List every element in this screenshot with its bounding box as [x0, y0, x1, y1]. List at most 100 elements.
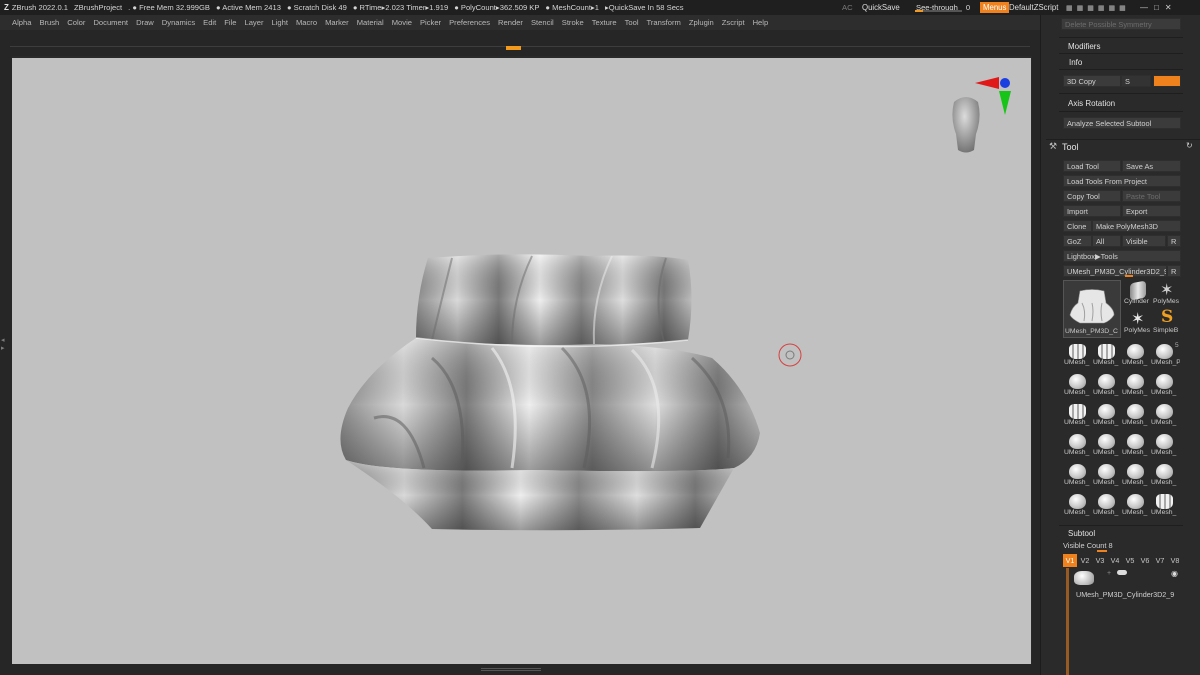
see-through-slider[interactable]: See-through 0 [912, 3, 974, 12]
modifiers-header[interactable]: Modifiers [1068, 42, 1100, 51]
umesh-thumb[interactable]: UMesh_ [1064, 491, 1091, 518]
umesh-thumb[interactable]: UMesh_ [1122, 341, 1149, 368]
menu-picker[interactable]: Picker [420, 18, 441, 27]
axis-z-icon[interactable] [999, 91, 1011, 115]
subtool-item[interactable]: + ◉ UMesh_PM3D_Cylinder3D2_9 [1071, 569, 1183, 603]
menu-light[interactable]: Light [271, 18, 287, 27]
umesh-thumb[interactable]: UMesh_ [1064, 461, 1091, 488]
umesh-thumb[interactable]: UMesh_ [1151, 431, 1178, 458]
subtool-list-scrollbar[interactable] [1066, 568, 1069, 675]
3d-copy-slider[interactable] [1153, 75, 1181, 87]
menu-edit[interactable]: Edit [203, 18, 216, 27]
clone-button[interactable]: Clone [1063, 220, 1092, 232]
polymesh-tool-thumb-1[interactable]: ✶ PolyMes [1153, 280, 1181, 308]
vtab-5[interactable]: V5 [1123, 554, 1137, 567]
vtab-3[interactable]: V3 [1093, 554, 1107, 567]
menu-zscript[interactable]: Zscript [722, 18, 745, 27]
menu-zplugin[interactable]: Zplugin [689, 18, 714, 27]
ac-button[interactable]: AC [842, 3, 853, 12]
umesh-thumb[interactable]: UMesh_ [1064, 341, 1091, 368]
umesh-thumb[interactable]: UMesh_ [1064, 401, 1091, 428]
refresh-icon[interactable]: ↻ [1186, 141, 1193, 150]
axis-x-icon[interactable] [975, 77, 999, 89]
menus-toggle[interactable]: Menus [980, 2, 1010, 13]
quicksave-button[interactable]: QuickSave [862, 3, 900, 12]
umesh-thumb[interactable]: UMesh_ [1064, 371, 1091, 398]
menu-stencil[interactable]: Stencil [531, 18, 554, 27]
menu-brush[interactable]: Brush [39, 18, 59, 27]
menu-color[interactable]: Color [67, 18, 85, 27]
simplebrush-tool-thumb[interactable]: S SimpleB [1153, 307, 1181, 337]
subtool-header[interactable]: Subtool [1068, 529, 1095, 538]
current-tool-slider[interactable]: UMesh_PM3D_Cylinder3D2_9 [1063, 265, 1167, 277]
menu-macro[interactable]: Macro [296, 18, 317, 27]
menu-layer[interactable]: Layer [244, 18, 263, 27]
analyze-subtool-button[interactable]: Analyze Selected Subtool [1063, 117, 1181, 129]
active-tool-thumbnail[interactable]: UMesh_PM3D_C [1063, 280, 1121, 338]
vtab-4[interactable]: V4 [1108, 554, 1122, 567]
umesh-thumb[interactable]: UMesh_ [1093, 431, 1120, 458]
menu-stroke[interactable]: Stroke [562, 18, 584, 27]
current-tool-r-button[interactable]: R [1167, 265, 1181, 277]
umesh-thumb[interactable]: UMesh_ [1122, 401, 1149, 428]
menu-texture[interactable]: Texture [592, 18, 617, 27]
menu-help[interactable]: Help [753, 18, 769, 27]
menu-draw[interactable]: Draw [136, 18, 154, 27]
vtab-2[interactable]: V2 [1078, 554, 1092, 567]
vtab-1[interactable]: V1 [1063, 554, 1077, 567]
umesh-thumb[interactable]: UMesh_ [1122, 491, 1149, 518]
paste-tool-button[interactable]: Paste Tool [1122, 190, 1181, 202]
umesh-thumb[interactable]: UMesh_ [1151, 401, 1178, 428]
tool-palette-header[interactable]: ⚒ Tool ↻ [1046, 139, 1200, 153]
menu-alpha[interactable]: Alpha [12, 18, 31, 27]
maximize-icon[interactable]: □ [1154, 3, 1159, 12]
visible-count-slider[interactable]: Visible Count 8 [1063, 541, 1181, 552]
shelf-grip-handle[interactable] [506, 46, 521, 50]
menu-tool[interactable]: Tool [625, 18, 639, 27]
bottom-shelf-grip[interactable] [481, 668, 541, 671]
load-tools-from-project-button[interactable]: Load Tools From Project [1063, 175, 1181, 187]
umesh-thumb[interactable]: UMesh_ [1093, 341, 1120, 368]
umesh-thumb[interactable]: UMesh_ [1151, 461, 1178, 488]
document-canvas[interactable] [12, 58, 1031, 664]
umesh-thumb[interactable]: UMesh_ [1093, 401, 1120, 428]
goz-visible-button[interactable]: Visible [1122, 235, 1166, 247]
menu-dynamics[interactable]: Dynamics [162, 18, 195, 27]
copy-tool-button[interactable]: Copy Tool [1063, 190, 1121, 202]
umesh-thumb[interactable]: UMesh_ [1064, 431, 1091, 458]
umesh-thumb[interactable]: UMesh_ [1151, 491, 1178, 518]
umesh-thumb[interactable]: UMesh_ [1122, 431, 1149, 458]
default-zscript-button[interactable]: DefaultZScript [1009, 3, 1058, 12]
delete-symmetry-button[interactable]: Delete Possible Symmetry [1061, 18, 1181, 30]
umesh-thumb[interactable]: UMesh_ [1122, 461, 1149, 488]
umesh-thumb[interactable]: UMesh_ [1151, 371, 1178, 398]
close-icon[interactable]: ✕ [1165, 3, 1172, 12]
info-header[interactable]: Info [1069, 58, 1082, 67]
vtab-7[interactable]: V7 [1153, 554, 1167, 567]
goz-all-button[interactable]: All [1092, 235, 1121, 247]
umesh-thumb[interactable]: UMesh_ [1093, 491, 1120, 518]
layout-icon-6[interactable]: ▦ [1119, 4, 1126, 12]
layout-icon-2[interactable]: ▦ [1077, 4, 1084, 12]
axis-rotation-header[interactable]: Axis Rotation [1068, 99, 1115, 108]
load-tool-button[interactable]: Load Tool [1063, 160, 1121, 172]
export-button[interactable]: Export [1122, 205, 1181, 217]
layout-icon-4[interactable]: ▦ [1098, 4, 1105, 12]
umesh-thumb[interactable]: UMesh_ [1093, 371, 1120, 398]
axis-y-icon[interactable] [1000, 78, 1010, 88]
navigation-gizmo[interactable] [952, 77, 1011, 153]
layout-icon-5[interactable]: ▦ [1109, 4, 1116, 12]
menu-movie[interactable]: Movie [392, 18, 412, 27]
make-polymesh-button[interactable]: Make PolyMesh3D [1092, 220, 1181, 232]
menu-marker[interactable]: Marker [325, 18, 349, 27]
lightbox-tools-button[interactable]: Lightbox▶Tools [1063, 250, 1181, 262]
layout-icon-1[interactable]: ▦ [1066, 4, 1073, 12]
polymesh-tool-thumb-2[interactable]: ✶ PolyMes [1124, 309, 1152, 337]
goz-button[interactable]: GoZ [1063, 235, 1092, 247]
vtab-8[interactable]: V8 [1168, 554, 1182, 567]
menu-document[interactable]: Document [93, 18, 128, 27]
cylinder-tool-thumb[interactable]: Cylinder [1124, 280, 1152, 308]
goz-r-button[interactable]: R [1167, 235, 1181, 247]
3d-copy-button[interactable]: 3D Copy [1063, 75, 1121, 87]
subtool-add-icon[interactable]: + [1107, 570, 1111, 577]
